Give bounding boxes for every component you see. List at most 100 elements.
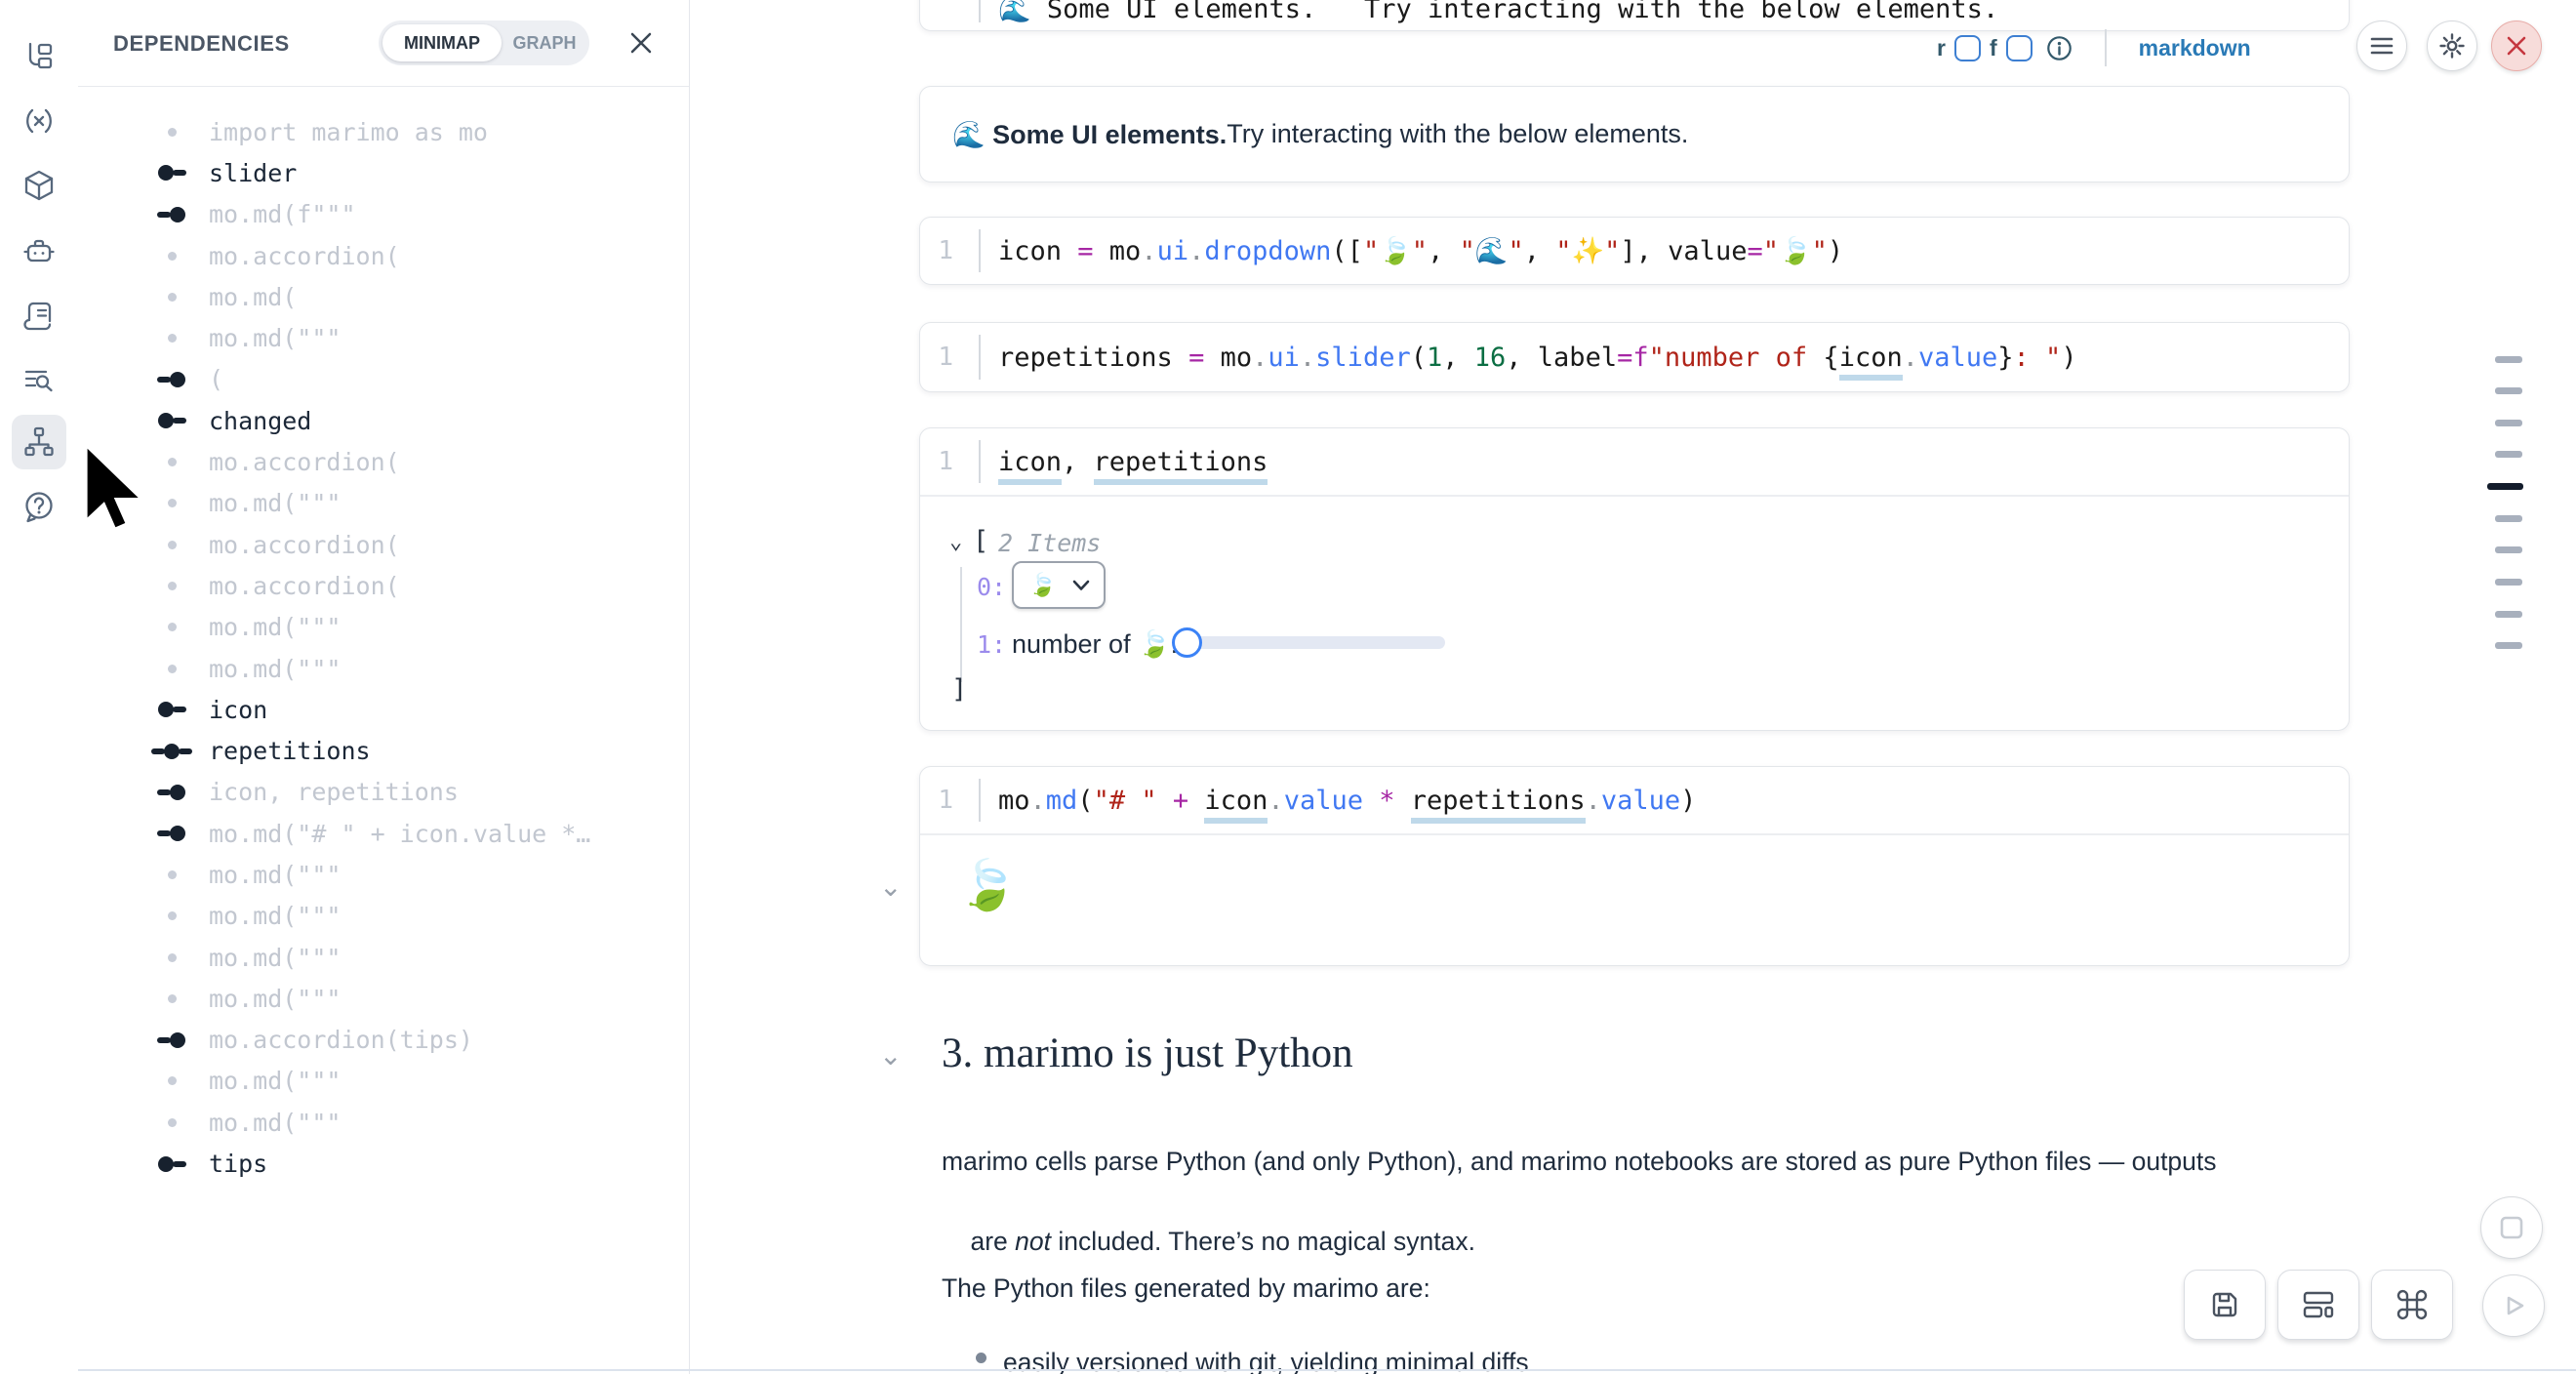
variables-icon[interactable] — [12, 94, 66, 148]
dependency-graph-icon[interactable] — [12, 415, 66, 469]
dependency-item[interactable]: import marimo as mo — [78, 111, 689, 152]
dependencies-header: DEPENDENCIES MINIMAP GRAPH — [78, 0, 689, 87]
dependency-item[interactable]: mo.accordion( — [78, 524, 689, 565]
reactive-checkbox[interactable] — [1954, 35, 1981, 61]
dependency-item[interactable]: tips — [78, 1143, 689, 1184]
format-checkbox[interactable] — [2006, 35, 2033, 61]
dependency-item[interactable]: mo.md(""" — [78, 483, 689, 524]
dependency-item[interactable]: mo.md(""" — [78, 854, 689, 895]
dependency-item-label: mo.md( — [209, 283, 297, 311]
layout-button[interactable] — [2277, 1270, 2359, 1340]
in-link-marker — [135, 207, 209, 222]
dependencies-panel: DEPENDENCIES MINIMAP GRAPH import marimo… — [78, 0, 690, 1374]
language-mode-label[interactable]: markdown — [2139, 35, 2251, 61]
no-link-marker — [135, 953, 209, 962]
toolbar-divider — [2105, 29, 2107, 66]
run-button[interactable] — [2482, 1274, 2545, 1337]
dependency-item[interactable]: icon — [78, 689, 689, 730]
dependency-item-label: mo.md(""" — [209, 861, 341, 889]
minimap-dash[interactable] — [2495, 420, 2522, 426]
dependency-item-label: mo.md("# " + icon.value *… — [209, 820, 590, 848]
minimap-dash-active[interactable] — [2487, 483, 2523, 490]
minimap-dash[interactable] — [2495, 546, 2522, 553]
dependency-item[interactable]: icon, repetitions — [78, 772, 689, 813]
slider-track[interactable] — [1187, 636, 1445, 649]
packages-icon[interactable] — [12, 158, 66, 213]
minimap-dash[interactable] — [2495, 642, 2522, 649]
close-panel-button[interactable] — [626, 28, 656, 58]
no-link-marker — [135, 582, 209, 590]
snippets-icon[interactable] — [12, 288, 66, 343]
code-line[interactable]: mo.md("# " + icon.value * repetitions.va… — [979, 786, 1696, 816]
minimap-dash[interactable] — [2495, 579, 2522, 586]
code-line[interactable]: icon, repetitions — [979, 447, 1268, 477]
dependency-item[interactable]: mo.accordion( — [78, 235, 689, 276]
reactive-label: r — [1937, 35, 1946, 61]
dependency-item[interactable]: ( — [78, 359, 689, 400]
close-icon — [628, 30, 654, 56]
dependency-item[interactable]: mo.md(""" — [78, 607, 689, 648]
save-button[interactable] — [2184, 1270, 2266, 1340]
dependency-item[interactable]: mo.md(""" — [78, 1102, 689, 1143]
dependency-item[interactable]: mo.md(f""" — [78, 194, 689, 235]
code-cell-tuple[interactable]: 1 icon, repetitions ⌄ [ 2 Items 0: 🍃 1: … — [919, 427, 2350, 731]
dependency-item[interactable]: repetitions — [78, 730, 689, 771]
cell-toolbar: r f markdown — [1937, 26, 2251, 69]
minimap-dash[interactable] — [2495, 515, 2522, 522]
dependency-item-label: mo.md(""" — [209, 1067, 341, 1095]
out-link-marker — [135, 413, 209, 428]
code-line[interactable]: repetitions = mo.ui.slider(1, 16, label=… — [979, 343, 2077, 373]
code-cell-slider[interactable]: 1 repetitions = mo.ui.slider(1, 16, labe… — [919, 322, 2350, 392]
tree-bracket-open: [ — [973, 526, 988, 556]
dependency-item[interactable]: slider — [78, 152, 689, 193]
dependency-item[interactable]: mo.md(""" — [78, 937, 689, 978]
dependency-item-label: mo.accordion( — [209, 572, 400, 600]
cell-collapse-chevron[interactable]: ⌄ — [879, 873, 902, 901]
dependency-item[interactable]: mo.md(""" — [78, 648, 689, 689]
dependency-item[interactable]: mo.md(""" — [78, 978, 689, 1019]
dependency-item[interactable]: mo.accordion( — [78, 441, 689, 482]
dependency-item[interactable]: mo.md( — [78, 276, 689, 317]
code-cell-dropdown[interactable]: 1 icon = mo.ui.dropdown(["🍃", "🌊", "✨"],… — [919, 217, 2350, 285]
ai-assistant-icon[interactable] — [12, 223, 66, 278]
minimap-dash[interactable] — [2495, 356, 2522, 363]
tab-minimap[interactable]: MINIMAP — [382, 24, 502, 61]
no-link-marker — [135, 252, 209, 261]
dropdown-value: 🍃 — [1028, 572, 1057, 598]
code-cell-md-leaf[interactable]: 1 mo.md("# " + icon.value * repetitions.… — [919, 766, 2350, 966]
minimap-dash[interactable] — [2495, 451, 2522, 458]
dependency-item[interactable]: mo.accordion( — [78, 565, 689, 606]
shutdown-button[interactable] — [2491, 20, 2542, 71]
help-icon[interactable] — [12, 479, 66, 534]
dependency-item[interactable]: mo.md("# " + icon.value *… — [78, 813, 689, 854]
tab-graph[interactable]: GRAPH — [503, 24, 585, 61]
section-heading: 3. marimo is just Python — [942, 1030, 1353, 1077]
stop-button[interactable] — [2480, 1196, 2543, 1259]
code-line[interactable]: icon = mo.ui.dropdown(["🍃", "🌊", "✨"], v… — [979, 235, 1843, 266]
tree-collapse-chevron[interactable]: ⌄ — [949, 530, 962, 554]
paragraph-line-1: marimo cells parse Python (and only Pyth… — [942, 1147, 2217, 1177]
dependency-item-label: mo.accordion(tips) — [209, 1026, 473, 1054]
keyboard-shortcuts-button[interactable] — [2371, 1270, 2453, 1340]
file-tree-icon[interactable] — [12, 29, 66, 84]
search-outline-icon[interactable] — [12, 352, 66, 407]
dependency-item[interactable]: changed — [78, 400, 689, 441]
no-link-marker — [135, 128, 209, 137]
minimap-dash[interactable] — [2495, 387, 2522, 394]
info-icon[interactable] — [2046, 35, 2073, 61]
dependency-item[interactable]: mo.md(""" — [78, 1061, 689, 1102]
slider-thumb[interactable] — [1172, 627, 1202, 658]
no-link-marker — [135, 911, 209, 920]
icon-rail — [0, 0, 79, 1374]
markdown-output-cell[interactable]: 🌊 Some UI elements. Try interacting with… — [919, 86, 2350, 182]
dependency-item[interactable]: mo.md(""" — [78, 896, 689, 937]
dependency-item-label: ( — [209, 365, 223, 393]
section-collapse-chevron[interactable]: ⌄ — [879, 1042, 902, 1070]
menu-button[interactable] — [2356, 20, 2407, 71]
layout-icon — [2300, 1288, 2337, 1321]
minimap-dash[interactable] — [2495, 611, 2522, 618]
settings-button[interactable] — [2427, 20, 2477, 71]
dependency-item[interactable]: mo.accordion(tips) — [78, 1020, 689, 1061]
dependency-item[interactable]: mo.md(""" — [78, 317, 689, 358]
icon-dropdown-select[interactable]: 🍃 — [1012, 561, 1106, 609]
